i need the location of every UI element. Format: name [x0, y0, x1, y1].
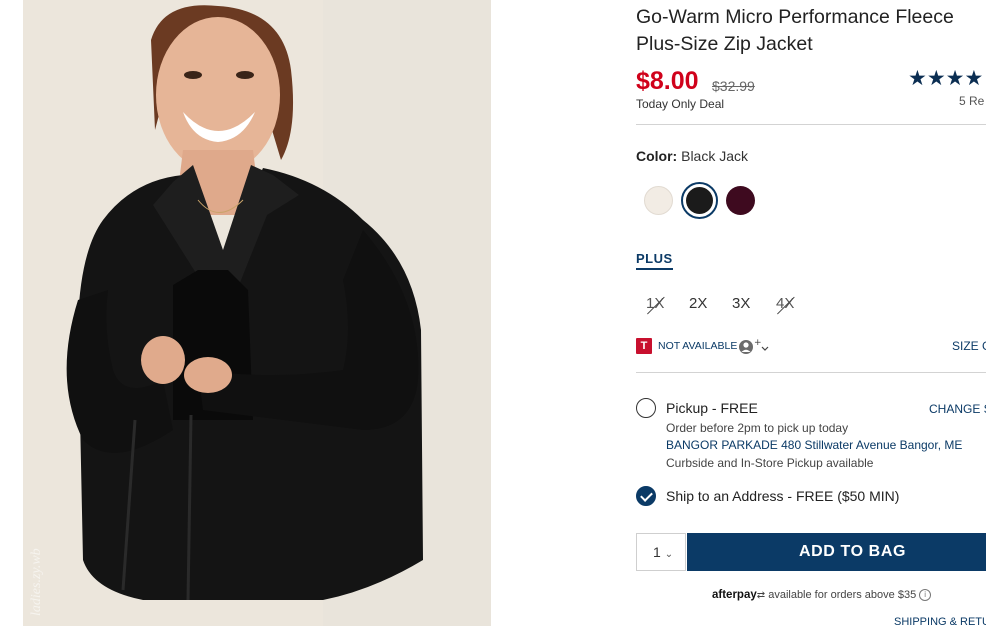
color-label-text: Color: — [636, 148, 678, 164]
pickup-option-title[interactable]: Pickup - FREE — [666, 400, 758, 416]
person-dropdown-icon[interactable]: + — [738, 338, 770, 357]
afterpay-logo-icon: ⇄ — [756, 590, 766, 601]
deal-label: Today Only Deal — [636, 97, 725, 111]
burgundy-swatch[interactable] — [726, 186, 755, 215]
add-to-bag-button[interactable]: ADD TO BAG — [687, 533, 986, 571]
size-option-1x[interactable]: 1X — [646, 295, 664, 312]
shipping-returns-link[interactable]: SHIPPING & RETU — [894, 616, 986, 626]
reviews-link[interactable]: 5 Re — [959, 94, 984, 108]
cream-swatch[interactable] — [644, 186, 673, 215]
availability-row: T NOT AVAILABLE + SIZE G — [636, 337, 986, 355]
product-title: Go-Warm Micro Performance Fleece Plus-Si… — [636, 4, 986, 58]
size-option-4x[interactable]: 4X — [776, 295, 794, 312]
black-jack-swatch[interactable] — [681, 182, 718, 219]
curbside-note: Curbside and In-Store Pickup available — [666, 456, 874, 470]
ship-to-address-radio[interactable] — [636, 486, 656, 506]
original-price: $32.99 — [712, 78, 755, 94]
store-address-link[interactable]: BANGOR PARKADE 480 Stillwater Avenue Ban… — [666, 438, 962, 452]
divider — [636, 372, 986, 373]
selected-color-name: Black Jack — [681, 148, 749, 164]
size-option-3x[interactable]: 3X — [732, 295, 750, 312]
product-photo — [23, 0, 491, 626]
rating-stars-icon[interactable]: ★★★★ — [908, 66, 983, 91]
quantity-select[interactable]: 1 ⌄ — [636, 533, 686, 571]
afterpay-notice: afterpay⇄ available for orders above $35… — [712, 589, 932, 602]
tab-plus[interactable]: PLUS — [636, 251, 673, 270]
quantity-value: 1 — [653, 544, 661, 560]
product-title-line1: Go-Warm Micro Performance Fleece — [636, 6, 954, 28]
size-option-2x[interactable]: 2X — [689, 295, 707, 312]
target-logo-icon: T — [636, 338, 652, 354]
divider — [636, 124, 986, 125]
product-details-panel: Go-Warm Micro Performance Fleece Plus-Si… — [636, 0, 986, 626]
size-guide-link[interactable]: SIZE G — [952, 339, 986, 353]
chevron-down-icon: ⌄ — [664, 549, 674, 560]
afterpay-logo: afterpay — [712, 589, 757, 601]
sale-price: $8.00 — [636, 67, 699, 95]
pickup-radio[interactable] — [636, 398, 656, 418]
svg-text:+: + — [754, 338, 762, 348]
ship-option-title[interactable]: Ship to an Address - FREE ($50 MIN) — [666, 488, 899, 504]
change-store-link[interactable]: CHANGE S — [929, 402, 986, 416]
afterpay-text: available for orders above $35 — [768, 589, 917, 601]
info-icon[interactable]: i — [919, 589, 932, 602]
product-image[interactable]: ladies.zy.wb — [23, 0, 491, 626]
image-watermark: ladies.zy.wb — [29, 548, 44, 616]
pickup-note: Order before 2pm to pick up today — [666, 421, 849, 435]
product-title-line2: Plus-Size Zip Jacket — [636, 33, 813, 55]
availability-status: NOT AVAILABLE — [658, 340, 738, 352]
color-label: Color: Black Jack — [636, 148, 748, 164]
